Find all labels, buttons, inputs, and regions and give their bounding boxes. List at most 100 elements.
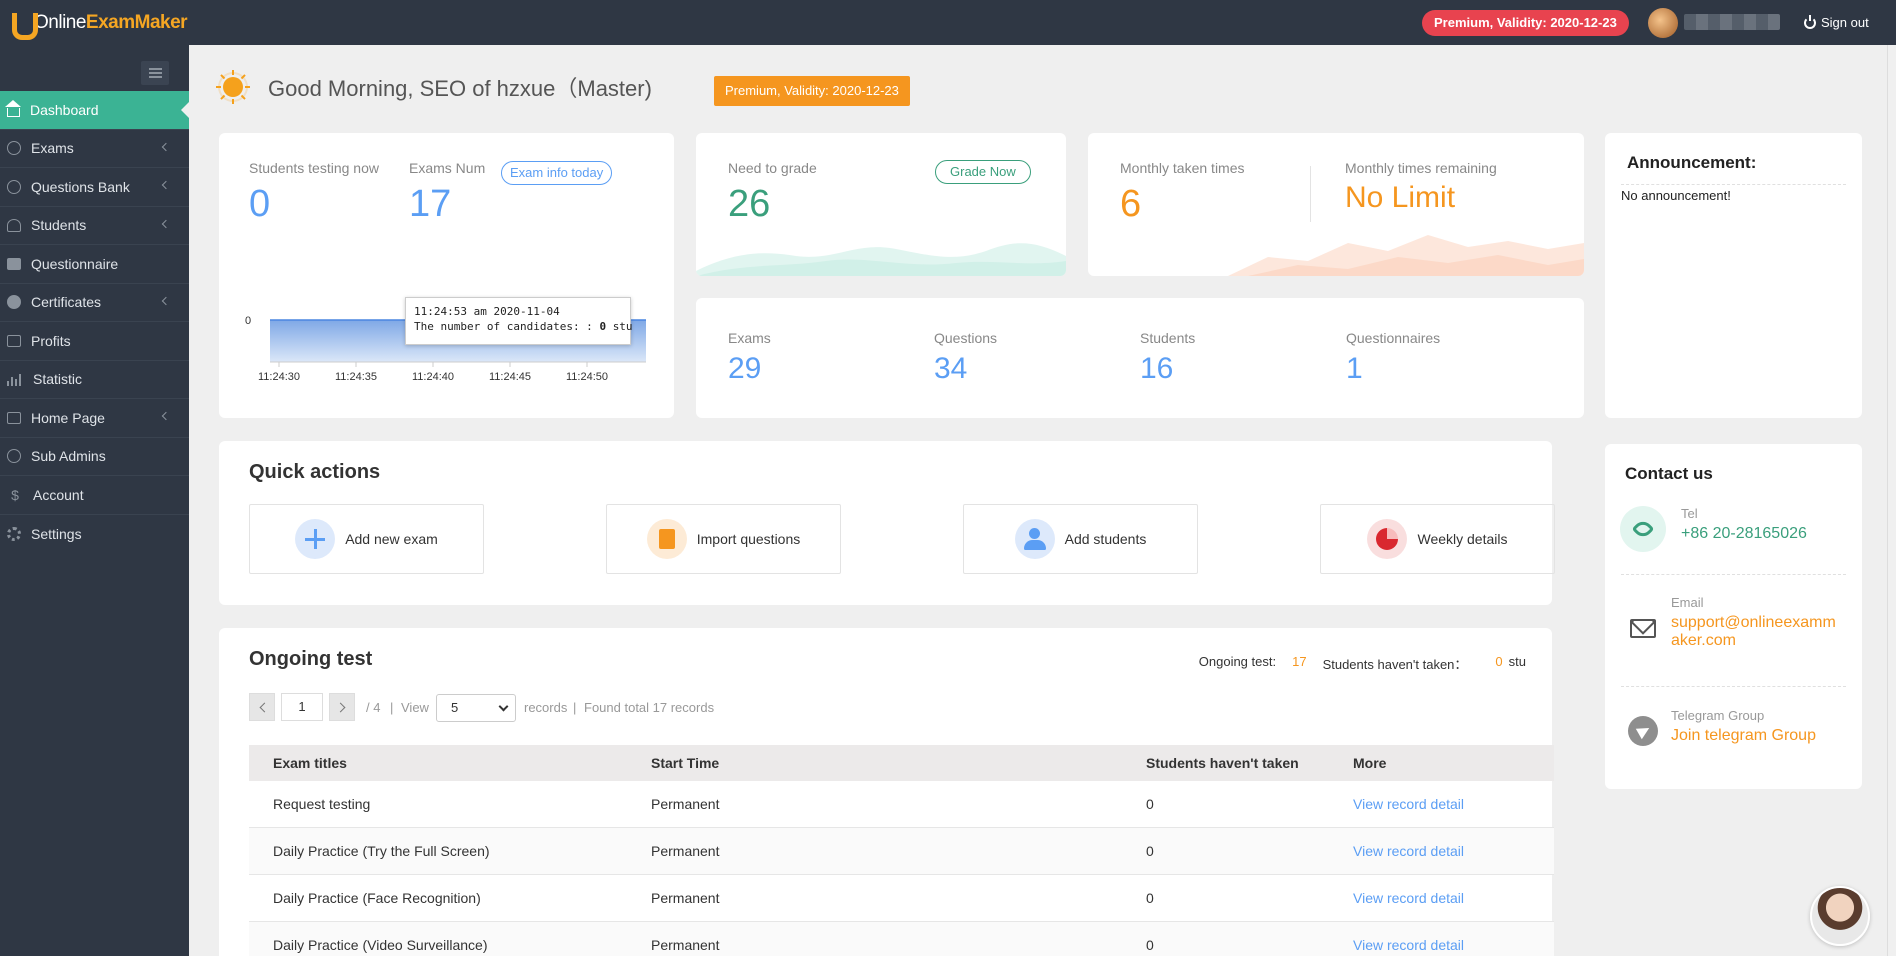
separator: | bbox=[390, 700, 394, 715]
stat-questionnaires-value: 1 bbox=[1346, 352, 1363, 385]
user-avatar[interactable] bbox=[1648, 8, 1678, 38]
not-taken-value: 0 bbox=[1495, 654, 1503, 669]
per-page-select[interactable]: 5 bbox=[436, 694, 516, 722]
cell-start: Permanent bbox=[651, 890, 720, 906]
sidebar-item-label: Sub Admins bbox=[31, 448, 106, 465]
announcement-text: No announcement! bbox=[1621, 188, 1731, 203]
sidebar-collapse-button[interactable] bbox=[141, 61, 169, 85]
sidebar-item-profits[interactable]: Profits bbox=[0, 322, 189, 361]
ongoing-count-value: 17 bbox=[1292, 654, 1307, 669]
tooltip-value: 0 bbox=[599, 320, 607, 333]
sidebar-item-students[interactable]: Students bbox=[0, 207, 189, 245]
sidebar-item-exams[interactable]: Exams bbox=[0, 130, 189, 168]
quick-action-label: Add students bbox=[1064, 531, 1147, 547]
sidebar-item-label: Statistic bbox=[33, 371, 83, 388]
sidebar-item-label: Home Page bbox=[31, 409, 105, 426]
view-record-detail-link[interactable]: View record detail bbox=[1353, 937, 1553, 953]
email-line-1: support@onlineexamm bbox=[1671, 614, 1836, 631]
bar-chart-icon bbox=[7, 372, 23, 387]
sign-out-button[interactable]: Sign out bbox=[1804, 14, 1869, 30]
table-row: Daily Practice (Video Surveillance) Perm… bbox=[249, 922, 1554, 956]
tooltip-label: The number of candidates: : bbox=[414, 320, 593, 333]
chart-x-ticks: 11:24:30 11:24:35 11:24:40 11:24:45 11:24:50 bbox=[258, 362, 608, 383]
telegram-label: Telegram Group bbox=[1671, 708, 1765, 723]
page-number-input[interactable]: 1 bbox=[281, 693, 323, 721]
mail-icon bbox=[1620, 605, 1666, 651]
quick-action-label: Import questions bbox=[696, 531, 801, 547]
cell-title: Daily Practice (Face Recognition) bbox=[273, 890, 481, 906]
table-row: Daily Practice (Face Recognition) Perman… bbox=[249, 875, 1554, 922]
quick-action-label: Add new exam bbox=[345, 531, 438, 547]
logo[interactable]: OnlineExamMaker bbox=[10, 8, 188, 40]
sidebar-item-dashboard[interactable]: Dashboard bbox=[0, 91, 190, 130]
view-record-detail-link[interactable]: View record detail bbox=[1353, 843, 1553, 859]
monthly-taken-value: 6 bbox=[1120, 183, 1142, 225]
cell-not-taken: 0 bbox=[1146, 937, 1154, 953]
view-record-detail-link[interactable]: View record detail bbox=[1353, 796, 1553, 812]
stat-questions-label: Questions bbox=[934, 330, 998, 346]
table-row: Request testing Permanent 0 View record … bbox=[249, 781, 1554, 828]
next-page-button[interactable] bbox=[329, 693, 355, 721]
tooltip-time: 11:24:53 am 2020-11-04 bbox=[414, 305, 560, 318]
ongoing-test-title: Ongoing test bbox=[249, 648, 373, 670]
view-record-detail-link[interactable]: View record detail bbox=[1353, 890, 1553, 906]
sun-icon bbox=[216, 70, 250, 104]
card-icon bbox=[7, 334, 21, 347]
checkbox-icon bbox=[7, 257, 21, 270]
per-page-value: 5 bbox=[451, 700, 459, 715]
sidebar-item-sub-admins[interactable]: Sub Admins bbox=[0, 438, 189, 476]
totals-card: Exams 29 Questions 34 Students 16 Questi… bbox=[696, 298, 1584, 418]
cell-start: Permanent bbox=[651, 796, 720, 812]
chart-x-tick-label: 11:24:40 bbox=[412, 371, 454, 383]
prev-page-button[interactable] bbox=[249, 693, 275, 721]
greeting: Good Morning, SEO of hzxue（Master) bbox=[216, 70, 652, 104]
sidebar-item-questionnaire[interactable]: Questionnaire bbox=[0, 245, 189, 284]
chart-y-tick: 0 bbox=[245, 315, 251, 327]
view-label: View bbox=[401, 700, 429, 715]
sidebar-item-settings[interactable]: Settings bbox=[0, 515, 189, 554]
quick-action-label: Weekly details bbox=[1417, 531, 1508, 547]
sidebar-item-questions-bank[interactable]: Questions Bank bbox=[0, 168, 189, 207]
sidebar-item-account[interactable]: $ Account bbox=[0, 476, 189, 515]
monthly-card: Monthly taken times 6 Monthly times rema… bbox=[1088, 133, 1584, 276]
quick-actions-title: Quick actions bbox=[249, 461, 381, 483]
table-header: Exam titles Start Time Students haven't … bbox=[249, 745, 1554, 781]
tel-label: Tel bbox=[1681, 506, 1698, 521]
telegram-link[interactable]: Join telegram Group bbox=[1671, 727, 1816, 745]
support-chat-avatar[interactable] bbox=[1810, 886, 1870, 946]
import-questions-button[interactable]: Import questions bbox=[606, 504, 841, 574]
user-name-blurred[interactable] bbox=[1684, 14, 1780, 30]
chart-x-tick-label: 11:24:30 bbox=[258, 371, 300, 383]
premium-validity-pill[interactable]: Premium, Validity: 2020-12-23 bbox=[1422, 10, 1629, 36]
sign-out-label: Sign out bbox=[1821, 15, 1869, 30]
ongoing-test-table: Exam titles Start Time Students haven't … bbox=[249, 745, 1554, 956]
contact-divider bbox=[1621, 574, 1846, 575]
sidebar-item-label: Students bbox=[31, 217, 87, 234]
monthly-wave-decoration bbox=[1228, 235, 1584, 276]
chart-tooltip: 11:24:53 am 2020-11-04 The number of can… bbox=[405, 297, 633, 345]
page-scrollbar[interactable] bbox=[1887, 45, 1896, 956]
pie-icon bbox=[1367, 519, 1408, 559]
add-new-exam-button[interactable]: Add new exam bbox=[249, 504, 484, 574]
menu-icon bbox=[149, 68, 162, 70]
user-icon bbox=[1014, 519, 1055, 559]
sidebar-item-home-page[interactable]: Home Page bbox=[0, 399, 189, 438]
sidebar-item-statistic[interactable]: Statistic bbox=[0, 361, 189, 399]
grade-now-button[interactable]: Grade Now bbox=[935, 160, 1031, 184]
sidebar-item-certificates[interactable]: Certificates bbox=[0, 284, 189, 322]
ongoing-count-label: Ongoing test: bbox=[1198, 654, 1277, 669]
home-page-icon bbox=[7, 411, 21, 424]
exam-info-today-button[interactable]: Exam info today bbox=[501, 161, 613, 185]
email-line-2: aker.com bbox=[1671, 632, 1736, 649]
tel-value[interactable]: +86 20-28165026 bbox=[1681, 525, 1807, 543]
weekly-details-button[interactable]: Weekly details bbox=[1320, 504, 1555, 574]
contact-divider bbox=[1621, 686, 1846, 687]
add-students-button[interactable]: Add students bbox=[963, 504, 1198, 574]
question-circle-icon bbox=[7, 179, 21, 194]
separator: | bbox=[573, 700, 577, 715]
cell-not-taken: 0 bbox=[1146, 796, 1154, 812]
email-value[interactable]: support@onlineexamm aker.com bbox=[1671, 614, 1836, 650]
not-taken-unit: stu bbox=[1508, 654, 1526, 669]
logo-icon bbox=[10, 9, 38, 40]
found-total-label: Found total 17 records bbox=[584, 700, 715, 715]
